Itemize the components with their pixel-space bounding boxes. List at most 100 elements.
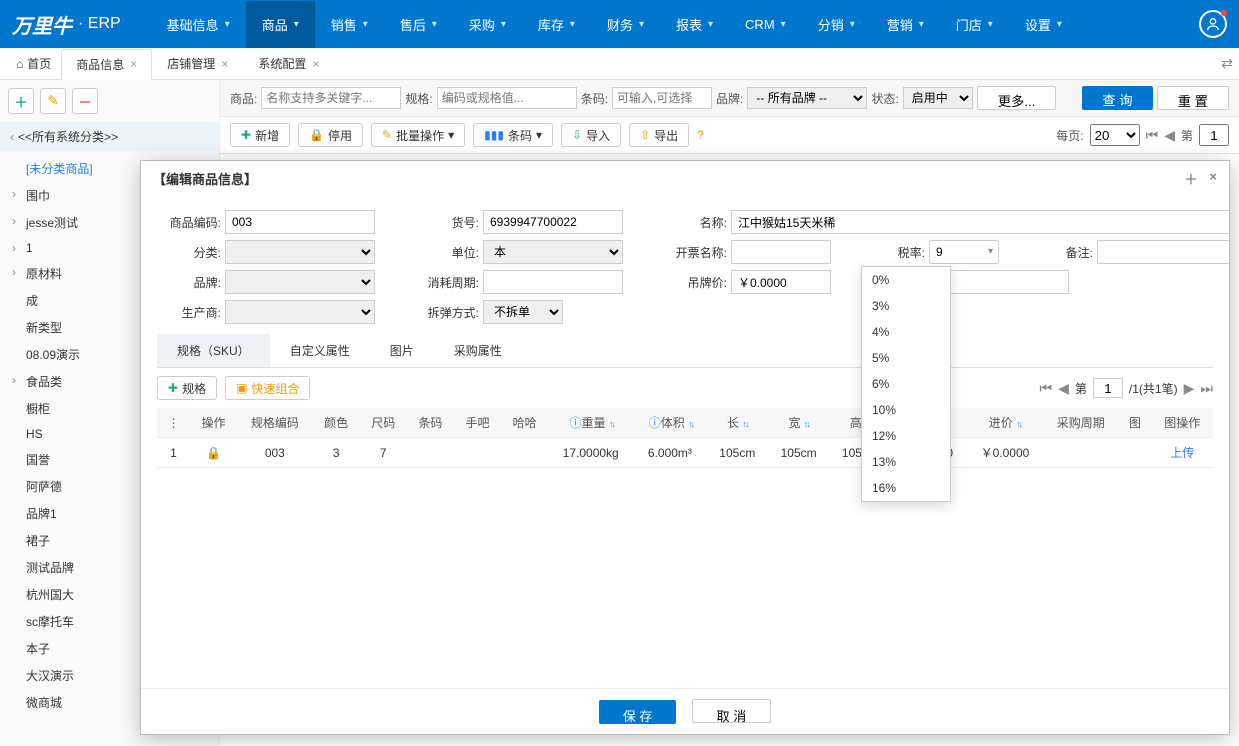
tabs-swap-icon[interactable]: ⇄ xyxy=(1221,55,1233,72)
tax-label: 税率: xyxy=(861,244,929,261)
nav-distribution[interactable]: 分销 xyxy=(802,1,871,48)
tax-option[interactable]: 0% xyxy=(862,267,950,293)
producer-select[interactable] xyxy=(225,300,375,324)
filter-product-input[interactable] xyxy=(261,87,401,109)
save-button[interactable]: 保 存 xyxy=(599,700,677,724)
reset-button[interactable]: 重 置 xyxy=(1157,86,1229,110)
pager-first-icon[interactable]: ⏮ xyxy=(1146,127,1159,144)
pager-first-icon[interactable]: ⏮ xyxy=(1040,380,1053,397)
user-avatar[interactable] xyxy=(1199,10,1227,38)
unit-select[interactable]: 本 xyxy=(483,240,623,264)
export-button[interactable]: ⇧导出 xyxy=(629,123,689,147)
nav-marketing[interactable]: 营销 xyxy=(871,1,940,48)
tab-system-config[interactable]: 系统配置 × xyxy=(243,48,334,79)
th-volume[interactable]: ⓘ体积 xyxy=(633,408,707,438)
sku-toolbar: ✚规格 ▣快速组合 ⏮ ◀ 第 /1(共1笔) ▶ ⏭ xyxy=(157,368,1213,408)
modal-title: 【编辑商品信息】 xyxy=(153,169,257,188)
tax-option[interactable]: 12% xyxy=(862,423,950,449)
sidebar-header[interactable]: <<所有系统分类>> xyxy=(0,122,219,151)
sub-tab-image[interactable]: 图片 xyxy=(370,334,434,367)
cell-cost: ￥0.0000 xyxy=(967,438,1043,468)
brand-label: 品牌: xyxy=(157,274,225,291)
sku-page-input[interactable] xyxy=(1093,378,1123,398)
barcode-button[interactable]: ▮▮▮条码 ▾ xyxy=(473,123,553,147)
close-icon[interactable]: × xyxy=(221,57,228,71)
cancel-button[interactable]: 取 消 xyxy=(692,699,772,723)
huohao-input[interactable] xyxy=(483,210,623,234)
filter-brand-select[interactable]: -- 所有品牌 -- xyxy=(747,87,867,109)
page-input[interactable] xyxy=(1199,124,1229,146)
quick-combo-button[interactable]: ▣快速组合 xyxy=(225,376,310,400)
nav-sales[interactable]: 销售 xyxy=(315,1,384,48)
sub-tab-purchase[interactable]: 采购属性 xyxy=(434,334,522,367)
sidebar-toolbar: ＋ ✎ － xyxy=(0,80,219,122)
pager-prev-icon[interactable]: ◀ xyxy=(1164,127,1175,144)
category-select[interactable] xyxy=(225,240,375,264)
sidebar-edit-button[interactable]: ✎ xyxy=(40,88,66,114)
search-button[interactable]: 查 询 xyxy=(1082,86,1152,110)
tax-option[interactable]: 4% xyxy=(862,319,950,345)
th-width[interactable]: 宽 xyxy=(768,408,829,438)
th-menu[interactable]: ⋮ xyxy=(157,408,190,438)
nav-store[interactable]: 门店 xyxy=(940,1,1009,48)
cell-imgop[interactable]: 上传 xyxy=(1152,438,1213,468)
tax-option[interactable]: 10% xyxy=(862,397,950,423)
nav-basic[interactable]: 基础信息 xyxy=(151,1,246,48)
sub-tab-custom[interactable]: 自定义属性 xyxy=(270,334,370,367)
new-button[interactable]: ✚新增 xyxy=(230,123,290,147)
code-input[interactable] xyxy=(225,210,375,234)
nav-crm[interactable]: CRM xyxy=(729,1,802,48)
filter-bar: 商品: 规格: 条码: 品牌: -- 所有品牌 -- 状态: 启用中 更多...… xyxy=(220,80,1239,117)
th-length[interactable]: 长 xyxy=(707,408,768,438)
cell-cycle xyxy=(1043,438,1118,468)
filter-status-select[interactable]: 启用中 xyxy=(903,87,973,109)
tax-option[interactable]: 13% xyxy=(862,449,950,475)
th-weight[interactable]: ⓘ重量 xyxy=(548,408,633,438)
nav-stock[interactable]: 库存 xyxy=(522,1,591,48)
add-spec-button[interactable]: ✚规格 xyxy=(157,376,217,400)
name-input[interactable] xyxy=(731,210,1229,234)
tag-price-input[interactable] xyxy=(731,270,831,294)
nav-report[interactable]: 报表 xyxy=(660,1,729,48)
tax-option[interactable]: 6% xyxy=(862,371,950,397)
chevron-down-icon[interactable]: ▾ xyxy=(988,246,993,257)
sort-icon xyxy=(804,416,809,430)
remark-input[interactable] xyxy=(1097,240,1229,264)
sidebar-add-button[interactable]: ＋ xyxy=(8,88,34,114)
th-haha: 哈哈 xyxy=(501,408,548,438)
pager-last-icon[interactable]: ⏭ xyxy=(1200,380,1213,397)
nav-purchase[interactable]: 采购 xyxy=(453,1,522,48)
close-icon[interactable]: × xyxy=(312,57,319,71)
tax-option[interactable]: 5% xyxy=(862,345,950,371)
filter-spec-input[interactable] xyxy=(437,87,577,109)
tax-option[interactable]: 16% xyxy=(862,475,950,501)
nav-finance[interactable]: 财务 xyxy=(591,1,660,48)
split-select[interactable]: 不拆单 xyxy=(483,300,563,324)
batch-button[interactable]: ✎批量操作 ▾ xyxy=(371,123,465,147)
pager-prev-icon[interactable]: ◀ xyxy=(1058,380,1069,397)
nav-aftersale[interactable]: 售后 xyxy=(384,1,453,48)
filter-more-button[interactable]: 更多... xyxy=(977,86,1057,110)
import-button[interactable]: ⇩导入 xyxy=(561,123,621,147)
disable-button[interactable]: 🔒停用 xyxy=(298,123,363,147)
close-icon[interactable]: × xyxy=(130,57,137,71)
filter-barcode-input[interactable] xyxy=(612,87,712,109)
modal-add-icon[interactable]: ＋ xyxy=(1184,169,1197,188)
tax-option[interactable]: 3% xyxy=(862,293,950,319)
sidebar-delete-button[interactable]: － xyxy=(72,88,98,114)
sub-tab-sku[interactable]: 规格（SKU） xyxy=(157,334,270,367)
per-page-select[interactable]: 20 xyxy=(1090,124,1140,146)
tab-product-info[interactable]: 商品信息 × xyxy=(61,49,152,80)
cell-op[interactable]: 🔒 xyxy=(190,438,237,468)
consume-input[interactable] xyxy=(483,270,623,294)
help-icon[interactable]: ? xyxy=(697,128,704,142)
pager-next-icon[interactable]: ▶ xyxy=(1184,380,1195,397)
brand-select[interactable] xyxy=(225,270,375,294)
invoice-name-input[interactable] xyxy=(731,240,831,264)
modal-close-icon[interactable]: × xyxy=(1209,169,1217,188)
th-cost[interactable]: 进价 xyxy=(967,408,1043,438)
tab-home[interactable]: ⌂ 首页 xyxy=(6,49,61,78)
nav-product[interactable]: 商品 xyxy=(246,1,315,48)
tab-shop-manage[interactable]: 店铺管理 × xyxy=(152,48,243,79)
nav-settings[interactable]: 设置 xyxy=(1009,1,1078,48)
